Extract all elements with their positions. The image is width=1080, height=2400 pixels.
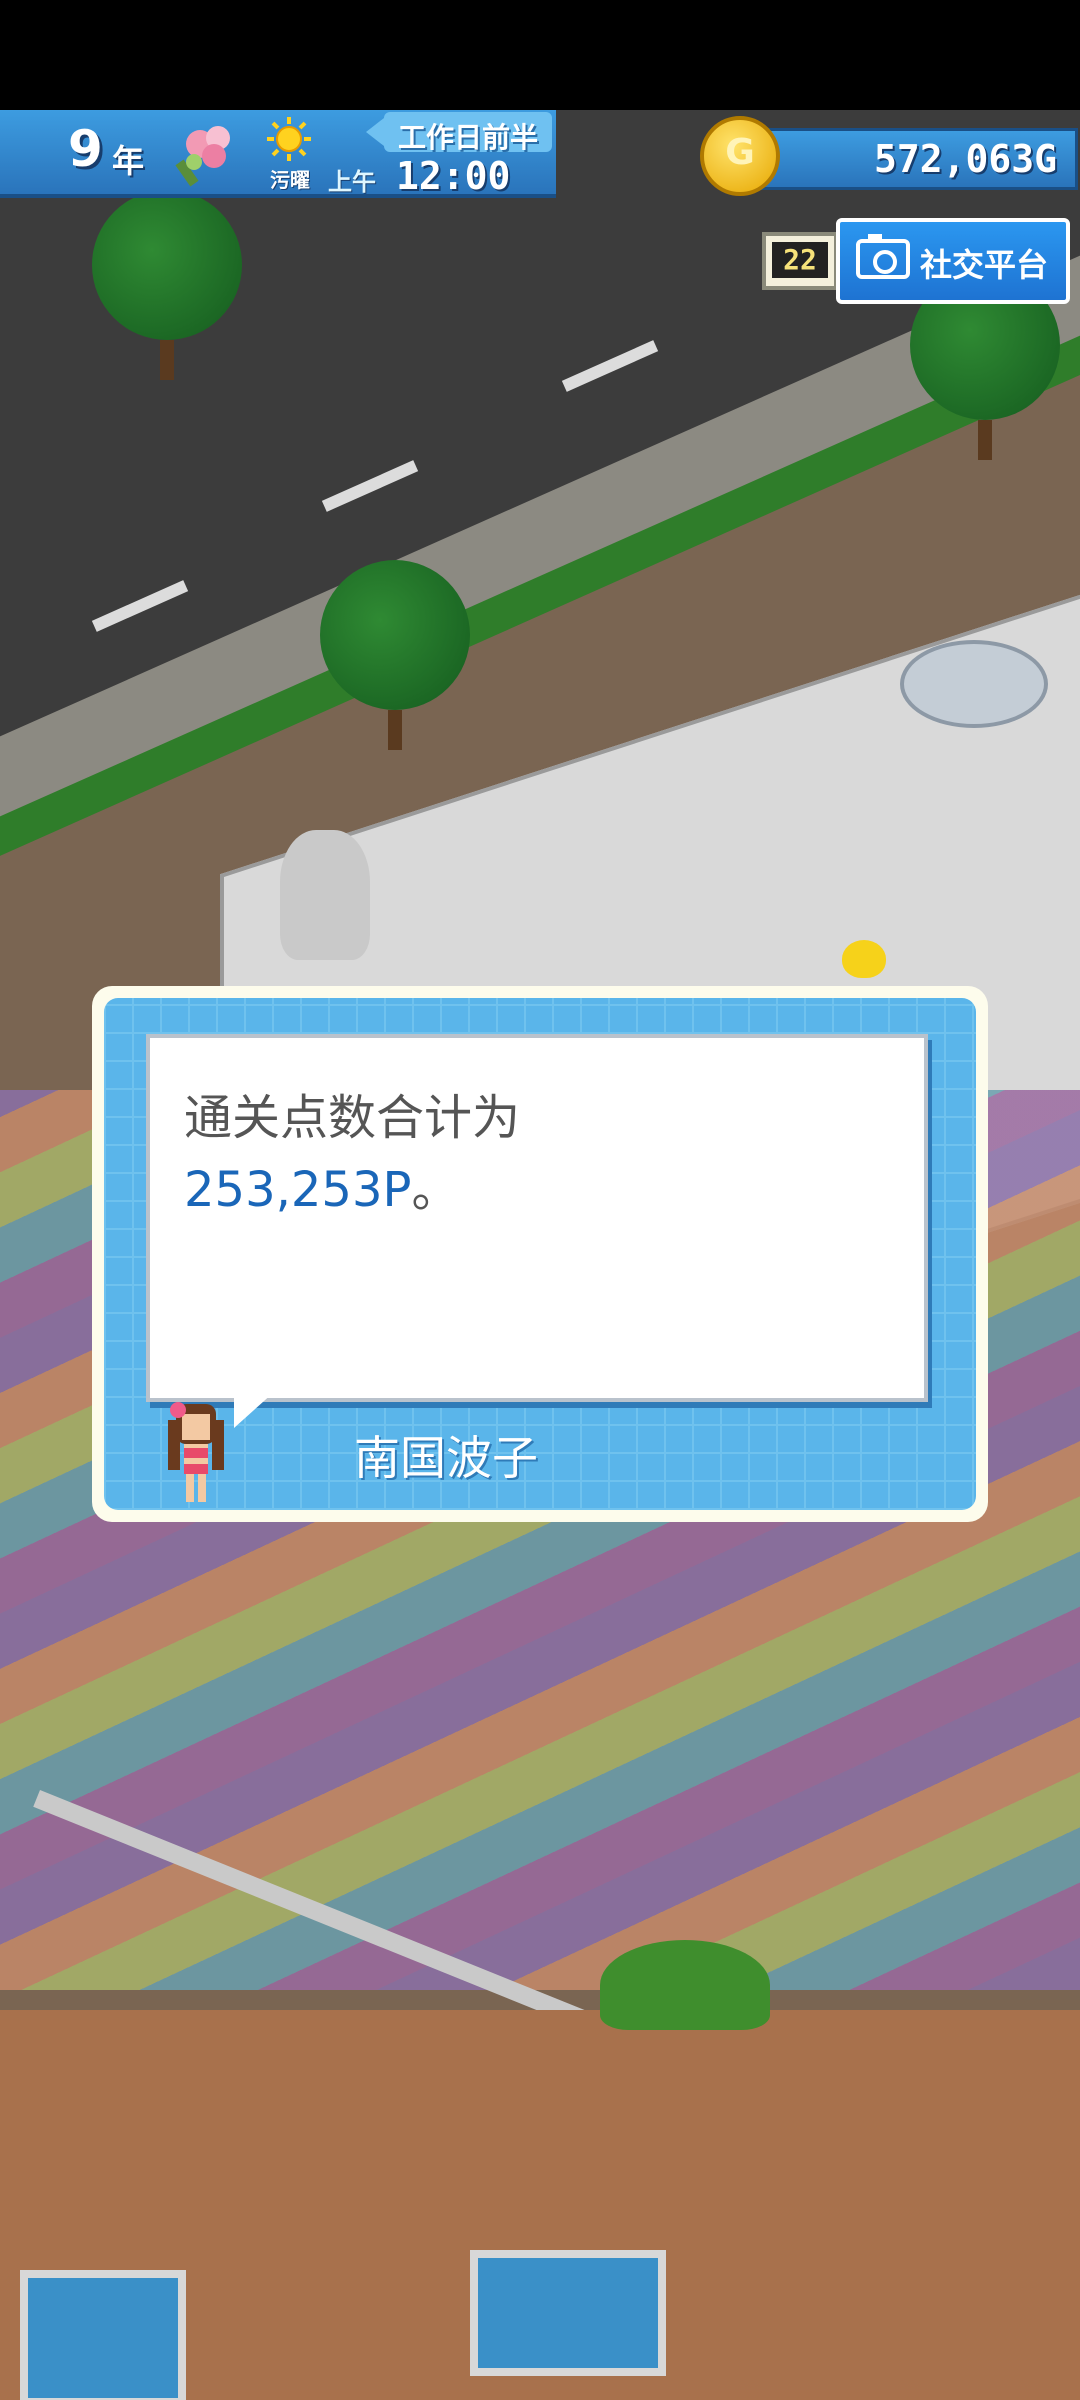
period-label: 工作日前半 — [397, 121, 538, 154]
status-bar — [0, 0, 1080, 110]
clock-time: 12:00 — [396, 154, 511, 198]
social-platform-button[interactable]: 社交平台 — [836, 218, 1070, 304]
dialog-frame: 通关点数合计为 253,253P。 南国波子 — [104, 998, 976, 1510]
calendar-day: 22 — [772, 242, 828, 278]
points-value: 253,253P — [184, 1162, 412, 1218]
dialog-line-2: 253,253P。 — [184, 1162, 460, 1218]
money-panel: 572,063G G — [700, 110, 1080, 196]
period-tab: 工作日前半 — [366, 112, 552, 154]
dialog-text-box: 通关点数合计为 253,253P。 — [146, 1034, 928, 1402]
palm-tree[interactable] — [600, 1940, 770, 2030]
speech-tail — [234, 1392, 274, 1428]
small-pool[interactable] — [470, 2250, 666, 2376]
speaker-avatar-icon — [168, 1402, 224, 1502]
camera-icon — [856, 234, 910, 279]
money-bar: 572,063G — [750, 128, 1078, 190]
tree[interactable] — [320, 560, 470, 750]
date-time-panel: 9 年 污曜 上午 12:00 工作日前半 — [0, 110, 556, 198]
dialog-line-1: 通关点数合计为 — [184, 1090, 521, 1146]
small-pool[interactable] — [20, 2270, 186, 2400]
patio-table[interactable] — [900, 640, 1048, 728]
weekday-label: 污曜 — [270, 168, 310, 192]
ampm-label: 上午 — [328, 168, 376, 196]
rubber-duck[interactable] — [842, 940, 886, 978]
message-dialog[interactable]: 通关点数合计为 253,253P。 南国波子 — [92, 986, 988, 1522]
social-button-label: 社交平台 — [920, 246, 1049, 284]
year-label: 年 — [112, 142, 145, 180]
speaker-name: 南国波子 — [354, 1431, 538, 1485]
money-value: 572,063G — [873, 137, 1057, 181]
flower-bouquet-icon — [175, 126, 230, 187]
calendar-badge[interactable]: 22 — [762, 232, 838, 290]
tree[interactable] — [92, 190, 242, 380]
year-number: 9 — [68, 120, 103, 178]
sun-icon — [267, 117, 311, 161]
merlion-statue[interactable] — [280, 830, 370, 960]
gold-coin-icon: G — [700, 116, 780, 196]
